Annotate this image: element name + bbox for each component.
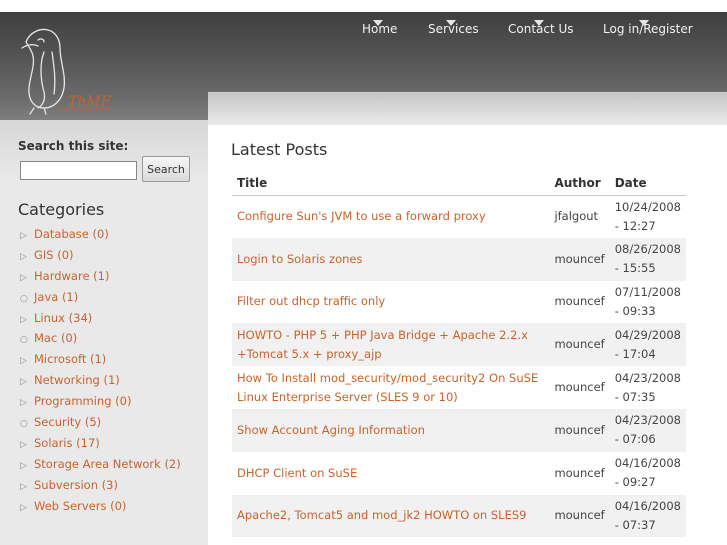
- table-row: Apache2, Tomcat5 and mod_jk2 HOWTO on SL…: [232, 494, 686, 538]
- triangle-bullet-icon: ▷: [20, 251, 27, 262]
- column-header-author[interactable]: Author: [549, 171, 610, 196]
- nav-pointer-icon: [446, 20, 456, 26]
- table-row: Show Account Aging Information mouncef 0…: [232, 408, 686, 452]
- nav-pointer-icon: [534, 20, 544, 26]
- categories-title: Categories: [18, 200, 105, 219]
- category-item[interactable]: ○ Mac (0): [20, 331, 181, 352]
- post-title-link[interactable]: How To Install mod_security/mod_security…: [237, 371, 538, 404]
- main-nav: Home Services Contact Us Log in/Register: [0, 12, 727, 52]
- category-item[interactable]: ▷ Microsoft (1): [20, 352, 181, 373]
- table-row: HOWTO - PHP 5 + PHP Java Bridge + Apache…: [232, 323, 686, 367]
- post-author: mouncef: [549, 323, 610, 367]
- page-title: Latest Posts: [231, 140, 328, 159]
- category-item[interactable]: ▷ Networking (1): [20, 373, 181, 394]
- post-date: 04/23/2008 - 07:06: [609, 408, 686, 452]
- category-label: Hardware (1): [34, 268, 110, 283]
- triangle-bullet-icon: ▷: [20, 272, 27, 283]
- category-label: Web Servers (0): [34, 498, 127, 513]
- triangle-bullet-icon: ▷: [20, 314, 27, 325]
- circle-bullet-icon: ○: [20, 293, 28, 304]
- nav-pointer-icon: [373, 20, 383, 26]
- post-date: 08/26/2008 - 15:55: [609, 237, 686, 281]
- triangle-bullet-icon: ▷: [20, 398, 27, 409]
- table-row: Configure Sun's JVM to use a forward pro…: [232, 195, 686, 238]
- triangle-bullet-icon: ▷: [20, 377, 27, 388]
- sidebar: Search this site: Categories ▷ Database (…: [0, 120, 208, 545]
- post-title-link[interactable]: Show Account Aging Information: [237, 423, 425, 437]
- circle-bullet-icon: ○: [20, 335, 28, 346]
- nav-contact-us[interactable]: Contact Us: [508, 20, 574, 36]
- triangle-bullet-icon: ▷: [20, 439, 27, 450]
- category-item[interactable]: ▷ Subversion (3): [20, 478, 181, 499]
- post-title-link[interactable]: Apache2, Tomcat5 and mod_jk2 HOWTO on SL…: [237, 508, 526, 522]
- table-row: Login to Solaris zones mouncef 08/26/200…: [232, 237, 686, 281]
- top-strip: [0, 0, 727, 12]
- category-item[interactable]: ▷ GIS (0): [20, 248, 181, 269]
- category-item[interactable]: ▷ Web Servers (0): [20, 499, 181, 520]
- table-row: Filter out dhcp traffic only mouncef 07/…: [232, 280, 686, 324]
- nav-home[interactable]: Home: [362, 20, 397, 36]
- column-header-date[interactable]: Date: [609, 171, 686, 196]
- post-author: mouncef: [549, 494, 610, 538]
- post-date: 04/23/2008 - 07:35: [609, 366, 686, 409]
- post-date: 04/16/2008 - 09:27: [609, 451, 686, 495]
- category-label: Storage Area Network (2): [34, 456, 181, 471]
- post-date: 07/11/2008 - 09:33: [609, 280, 686, 324]
- category-label: Java (1): [34, 289, 79, 304]
- post-date: 10/24/2008 - 12:27: [609, 195, 686, 238]
- triangle-bullet-icon: ▷: [20, 502, 27, 513]
- post-author: mouncef: [549, 366, 610, 409]
- table-header-row: Title Author Date: [232, 171, 686, 196]
- triangle-bullet-icon: ▷: [20, 460, 27, 471]
- category-label: Security (5): [34, 415, 102, 430]
- category-label: Microsoft (1): [34, 352, 107, 367]
- triangle-bullet-icon: ▷: [20, 481, 27, 492]
- category-item[interactable]: ▷ Hardware (1): [20, 269, 181, 290]
- category-item[interactable]: ○ Security (5): [20, 415, 181, 436]
- category-item[interactable]: ▷ Programming (0): [20, 394, 181, 415]
- nav-login-register[interactable]: Log in/Register: [603, 20, 693, 36]
- post-author: mouncef: [549, 451, 610, 495]
- post-title-link[interactable]: HOWTO - PHP 5 + PHP Java Bridge + Apache…: [237, 328, 528, 361]
- triangle-bullet-icon: ▷: [20, 231, 27, 241]
- category-item[interactable]: ▷ Linux (34): [20, 311, 181, 332]
- post-author: mouncef: [549, 408, 610, 452]
- search-input[interactable]: [20, 161, 137, 180]
- search-button[interactable]: Search: [142, 156, 190, 182]
- category-label: Mac (0): [34, 331, 78, 346]
- table-row: How To Install mod_security/mod_security…: [232, 366, 686, 409]
- category-label: GIS (0): [34, 247, 74, 262]
- category-list: ▷ Database (0) ▷ GIS (0) ▷ Hardware (1) ○ Ja…: [20, 227, 181, 519]
- post-author: mouncef: [549, 237, 610, 281]
- post-title-link[interactable]: Filter out dhcp traffic only: [237, 294, 385, 308]
- nav-pointer-icon: [639, 20, 649, 26]
- post-date: 04/29/2008 - 17:04: [609, 323, 686, 367]
- category-label: Solaris (17): [34, 435, 100, 450]
- posts-table: Title Author Date Configure Sun's JVM to…: [232, 171, 686, 538]
- category-item[interactable]: ○ Java (1): [20, 290, 181, 311]
- search-title: Search this site:: [18, 139, 129, 153]
- triangle-bullet-icon: ▷: [20, 356, 27, 367]
- post-date: 04/16/2008 - 07:37: [609, 494, 686, 538]
- category-label: Subversion (3): [34, 477, 118, 492]
- post-title-link[interactable]: DHCP Client on SuSE: [237, 466, 357, 480]
- post-title-link[interactable]: Login to Solaris zones: [237, 252, 362, 266]
- category-label: Linux (34): [34, 310, 93, 325]
- category-label: Networking (1): [34, 373, 120, 388]
- post-title-link[interactable]: Configure Sun's JVM to use a forward pro…: [237, 209, 486, 223]
- post-author: mouncef: [549, 280, 610, 324]
- main-content: Latest Posts Title Author Date Configure…: [208, 92, 727, 545]
- category-label: Database (0): [34, 227, 109, 241]
- post-author: jfalgout: [549, 195, 610, 238]
- category-item[interactable]: ▷ Storage Area Network (2): [20, 457, 181, 478]
- content-header-bar: [208, 93, 727, 125]
- category-item[interactable]: ▷ Solaris (17): [20, 436, 181, 457]
- nav-services[interactable]: Services: [428, 20, 479, 36]
- column-header-title[interactable]: Title: [232, 171, 550, 196]
- circle-bullet-icon: ○: [20, 419, 28, 430]
- category-item[interactable]: ▷ Database (0): [20, 227, 181, 248]
- table-row: DHCP Client on SuSE mouncef 04/16/2008 -…: [232, 451, 686, 495]
- category-label: Programming (0): [34, 394, 132, 409]
